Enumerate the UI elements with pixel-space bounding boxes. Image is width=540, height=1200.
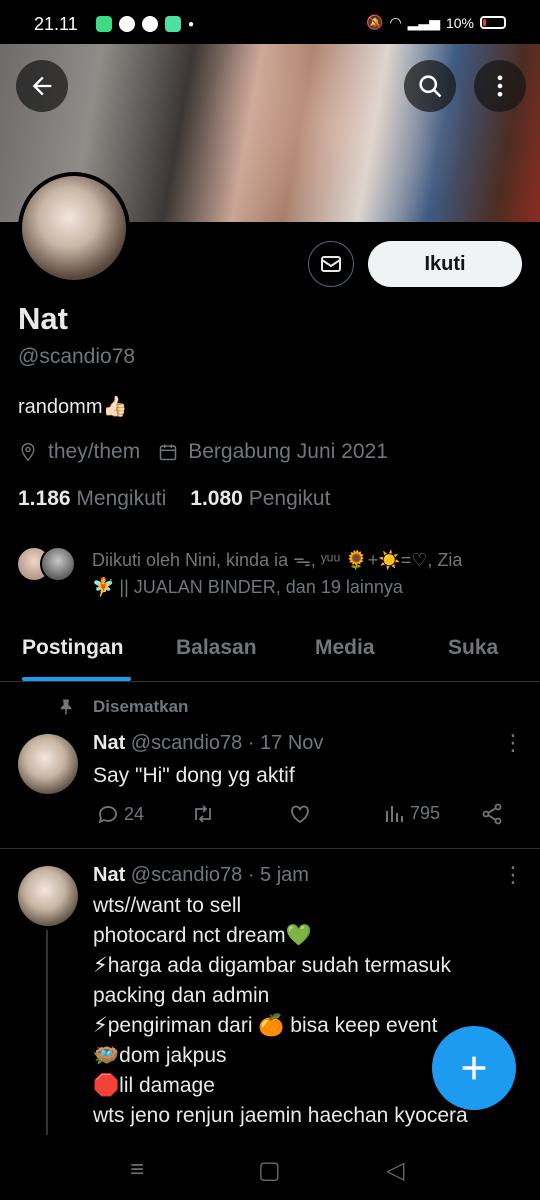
following-label: Mengikuti [76, 487, 167, 510]
message-button[interactable] [308, 241, 354, 287]
heart-icon [291, 805, 309, 824]
share-button[interactable] [480, 802, 504, 826]
status-indicators: 🔕 ◠ ▂▃▅ 10% [366, 14, 506, 31]
views-button[interactable]: 795 [384, 802, 440, 824]
views-chart-icon [386, 806, 403, 822]
tweet-author-handle: @scandio78 [130, 864, 243, 886]
reply-count: 24 [124, 803, 145, 824]
signal-icon: ▂▃▅ [407, 14, 440, 30]
follow-counts: 1.186 Mengikuti 1.080 Pengikut [18, 487, 330, 511]
tweet-time: · 5 jam [247, 864, 309, 886]
search-icon [419, 75, 442, 98]
system-navigation-bar: ≡ ▢ ◁ [0, 1140, 540, 1200]
tab-media[interactable]: Media [315, 636, 375, 660]
tweet-header: Nat @scandio78 · 5 jam [93, 864, 309, 887]
follow-button[interactable]: Ikuti [368, 241, 522, 287]
active-tab-indicator [22, 677, 131, 681]
home-button[interactable]: ▢ [258, 1156, 281, 1185]
recent-apps-button[interactable]: ≡ [130, 1156, 144, 1184]
profile-avatar[interactable] [18, 172, 130, 284]
profile-bio: randomm👍🏻 [18, 396, 128, 418]
tweet-text[interactable]: wts//want to sell photocard nct dream💚 ⚡… [93, 891, 468, 1131]
profile-handle: @scandio78 [18, 345, 136, 368]
reply-button[interactable]: 24 [96, 802, 144, 826]
tweet-author-name[interactable]: Nat [93, 732, 125, 754]
back-nav-button[interactable]: ◁ [386, 1156, 404, 1185]
more-options-button[interactable] [474, 60, 526, 112]
compose-button[interactable] [432, 1026, 516, 1110]
tweet-header: Nat @scandio78 · 17 Nov [93, 732, 323, 755]
followed-by-text[interactable]: Diikuti oleh Nini, kinda ia ᯓ, ʸᵘᵘ 🌻+☀️=… [92, 547, 512, 601]
share-icon [482, 803, 502, 825]
tab-posts[interactable]: Postingan [22, 636, 124, 660]
app-notification-icon [165, 16, 181, 32]
search-button[interactable] [404, 60, 456, 112]
back-button[interactable] [16, 60, 68, 112]
tab-replies[interactable]: Balasan [176, 636, 257, 660]
battery-percent: 10% [445, 14, 474, 31]
profile-tabs: Postingan Balasan Media Suka [0, 620, 540, 682]
view-count: 795 [410, 802, 441, 823]
tweet-more-button[interactable]: ⋮ [502, 730, 524, 756]
tab-likes[interactable]: Suka [448, 636, 498, 660]
line-icon [119, 16, 135, 32]
arrow-left-icon [32, 76, 52, 96]
followers-link[interactable]: 1.080 Pengikut [190, 487, 330, 511]
app-notification-icon [96, 16, 112, 32]
followed-by-avatars [16, 546, 76, 582]
status-time: 21.11 [34, 14, 78, 34]
following-link[interactable]: 1.186 Mengikuti [18, 487, 166, 511]
followers-label: Pengikut [248, 487, 331, 510]
status-bar: 21.11 ● 🔕 ◠ ▂▃▅ 10% [0, 0, 540, 44]
tweet-time: · 17 Nov [247, 732, 324, 754]
tweet-author-name[interactable]: Nat [93, 864, 125, 886]
tweet-author-handle: @scandio78 [130, 732, 243, 754]
wifi-icon: ◠ [389, 14, 402, 30]
avatar[interactable] [18, 734, 78, 794]
mail-icon [321, 256, 341, 272]
avatar[interactable] [18, 866, 78, 926]
avatar [40, 546, 76, 582]
more-vertical-icon [497, 75, 503, 97]
profile-meta: they/them Bergabung Juni 2021 [18, 440, 388, 464]
tweet-more-button[interactable]: ⋮ [502, 862, 524, 888]
pinned-text: Disematkan [93, 697, 189, 716]
tweet-text[interactable]: Say "Hi" dong yg aktif [93, 761, 295, 791]
tweet-divider [0, 848, 540, 849]
notification-icons: ● [96, 16, 194, 32]
whatsapp-icon [142, 16, 158, 32]
followers-count: 1.080 [190, 487, 243, 510]
mute-icon: 🔕 [366, 14, 384, 30]
pin-icon [60, 699, 72, 715]
following-count: 1.186 [18, 487, 71, 510]
repost-icon [195, 805, 211, 823]
more-notifications-dot: ● [188, 18, 195, 30]
like-button[interactable] [288, 802, 312, 826]
join-date: Bergabung Juni 2021 [188, 440, 388, 463]
battery-icon [480, 16, 506, 29]
followed-by-line: 🧚 || JUALAN BINDER, dan 19 lainnya [92, 577, 403, 597]
plus-icon [462, 1056, 486, 1080]
calendar-icon [159, 444, 177, 461]
avatar-image [22, 176, 126, 280]
followed-by-line: Diikuti oleh Nini, kinda ia ᯓ, ʸᵘᵘ 🌻+☀️=… [92, 550, 463, 570]
reply-icon [98, 806, 117, 824]
pronouns: they/them [48, 440, 141, 463]
profile-name: Nat [18, 301, 68, 336]
thread-line [46, 930, 48, 1135]
pinned-label: Disematkan [57, 697, 188, 717]
repost-button[interactable] [190, 802, 216, 826]
location-pin-icon [21, 442, 35, 462]
